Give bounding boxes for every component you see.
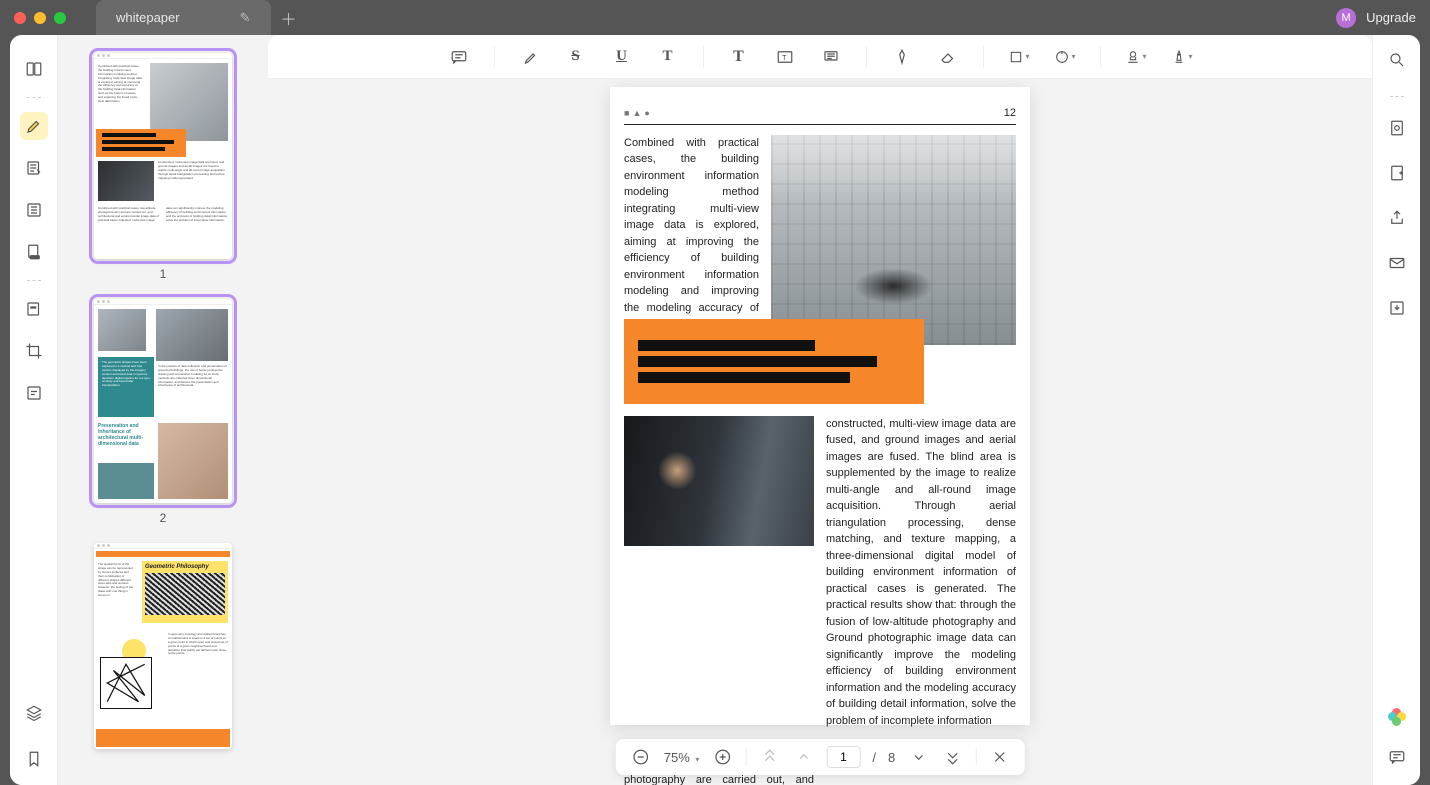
bookmark-icon[interactable] xyxy=(20,745,48,773)
next-page-button[interactable] xyxy=(907,746,929,768)
eraser-icon[interactable] xyxy=(937,46,959,68)
outline-icon[interactable] xyxy=(20,196,48,224)
mail-icon[interactable] xyxy=(1388,254,1406,277)
body-paragraph-3: constructed, multi-view image data are f… xyxy=(826,416,1016,730)
page-total: 8 xyxy=(888,750,895,765)
left-sidebar xyxy=(10,35,58,785)
ocr-icon[interactable] xyxy=(20,379,48,407)
window-controls xyxy=(14,12,66,24)
app-logo-icon[interactable] xyxy=(1388,708,1406,726)
maximize-window-button[interactable] xyxy=(54,12,66,24)
strikethrough-icon[interactable]: S xyxy=(565,46,587,68)
redacted-line xyxy=(638,356,877,367)
minimize-window-button[interactable] xyxy=(34,12,46,24)
image-workstation xyxy=(624,416,814,546)
right-sidebar xyxy=(1372,35,1420,785)
new-tab-button[interactable]: ＋ xyxy=(281,6,297,30)
highlighter-icon[interactable] xyxy=(20,112,48,140)
text-icon[interactable]: T xyxy=(728,46,750,68)
callout-icon[interactable] xyxy=(820,46,842,68)
page-input[interactable] xyxy=(826,746,860,768)
last-page-button[interactable] xyxy=(941,746,963,768)
tab-title: whitepaper xyxy=(116,10,180,25)
svg-text:T: T xyxy=(782,53,787,62)
redacted-line xyxy=(638,372,850,383)
page-number: 12 xyxy=(1004,105,1016,122)
search-icon[interactable] xyxy=(1388,51,1406,74)
page-separator: / xyxy=(872,750,876,765)
layers-icon[interactable] xyxy=(20,699,48,727)
redacted-line xyxy=(638,340,815,351)
close-window-button[interactable] xyxy=(14,12,26,24)
reader-mode-icon[interactable] xyxy=(20,55,48,83)
page-header-shapes: ■▲● xyxy=(624,105,650,122)
redact-icon[interactable] xyxy=(20,295,48,323)
thumbnail-label-2: 2 xyxy=(84,511,242,525)
document-page: ■▲● 12 Combined with practical cases, th… xyxy=(610,87,1030,725)
highlight-icon[interactable] xyxy=(519,46,541,68)
textbox-icon[interactable]: T xyxy=(774,46,796,68)
close-zoombar-button[interactable] xyxy=(988,746,1010,768)
zoom-out-button[interactable] xyxy=(630,746,652,768)
pen-icon[interactable] xyxy=(891,46,913,68)
highlight-callout xyxy=(624,319,924,404)
edit-tab-icon[interactable]: ✎ xyxy=(240,10,251,26)
document-tab[interactable]: whitepaper ✎ xyxy=(96,0,271,35)
save-icon[interactable] xyxy=(1388,299,1406,322)
thumbnail-page-2[interactable]: The geometric shapes have been captured … xyxy=(94,299,232,503)
avatar[interactable]: M xyxy=(1336,8,1356,28)
comment-icon[interactable] xyxy=(448,46,470,68)
prev-page-button[interactable] xyxy=(792,746,814,768)
signature-icon[interactable]: ▾ xyxy=(1171,46,1193,68)
thumbnail-page-3[interactable]: Geometric Philosophy The spatial forms o… xyxy=(94,543,232,749)
thumbnail-panel: Combined with practical cases, the build… xyxy=(58,35,268,785)
zoom-level[interactable]: 75% ▾ xyxy=(664,750,700,765)
shape-icon[interactable]: ▾ xyxy=(1008,46,1030,68)
thumbnail-page-1[interactable]: Combined with practical cases, the build… xyxy=(94,53,232,259)
export-icon[interactable] xyxy=(1388,164,1406,187)
squiggly-icon[interactable]: T xyxy=(657,46,679,68)
title-bar: whitepaper ✎ ＋ M Upgrade xyxy=(0,0,1430,35)
document-viewport[interactable]: ■▲● 12 Combined with practical cases, th… xyxy=(268,79,1372,785)
upgrade-button[interactable]: Upgrade xyxy=(1366,10,1416,25)
feedback-icon[interactable] xyxy=(1388,748,1406,771)
zoom-bar: 75% ▾ / 8 xyxy=(616,739,1025,775)
document-info-icon[interactable] xyxy=(1388,119,1406,142)
canvas-area: S U T T T ▾ ▾ ▾ ▾ ■▲● 12 Com xyxy=(268,35,1372,785)
thumbnail-label-1: 1 xyxy=(84,267,242,281)
annotation-toolbar: S U T T T ▾ ▾ ▾ ▾ xyxy=(268,35,1372,79)
zoom-in-button[interactable] xyxy=(711,746,733,768)
workspace: Combined with practical cases, the build… xyxy=(10,35,1420,785)
share-icon[interactable] xyxy=(1388,209,1406,232)
line-icon[interactable]: ▾ xyxy=(1054,46,1076,68)
underline-icon[interactable]: U xyxy=(611,46,633,68)
annotate-icon[interactable] xyxy=(20,154,48,182)
first-page-button[interactable] xyxy=(758,746,780,768)
stamp-icon[interactable]: ▾ xyxy=(1125,46,1147,68)
form-icon[interactable] xyxy=(20,238,48,266)
image-atrium xyxy=(771,135,1016,345)
crop-icon[interactable] xyxy=(20,337,48,365)
